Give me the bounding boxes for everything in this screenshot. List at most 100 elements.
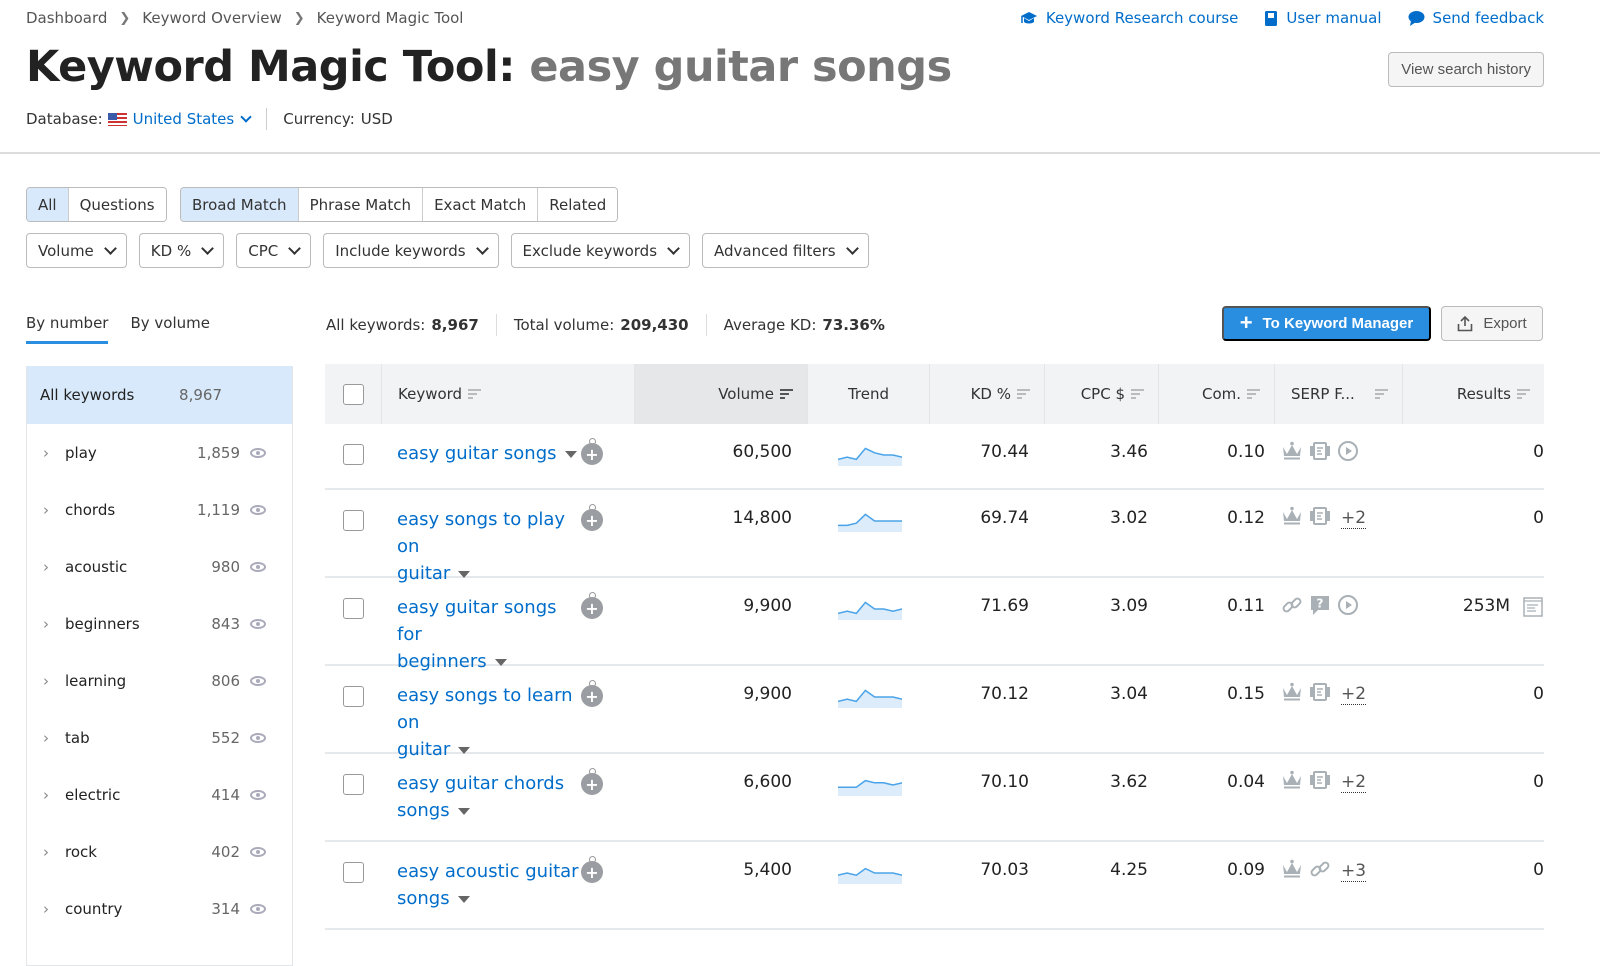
column-kd[interactable]: KD % [929, 364, 1044, 424]
column-keyword[interactable]: Keyword [381, 364, 634, 424]
column-competition[interactable]: Com. [1158, 364, 1274, 424]
tab-by-volume[interactable]: By volume [130, 314, 210, 344]
chevron-right-icon[interactable]: › [43, 843, 49, 861]
tab-questions[interactable]: Questions [67, 188, 166, 221]
serp-more-link[interactable]: +3 [1341, 861, 1367, 882]
crown-icon[interactable] [1281, 441, 1303, 466]
chevron-right-icon[interactable]: › [43, 672, 49, 690]
sidebar-item-group[interactable]: › electric 414 [27, 766, 292, 823]
video-icon[interactable] [1337, 594, 1359, 621]
add-to-list-icon[interactable]: + [581, 856, 603, 883]
news-icon[interactable] [1309, 682, 1331, 707]
news-icon[interactable] [1309, 441, 1331, 466]
tab-exact-match[interactable]: Exact Match [422, 188, 538, 221]
sidebar-item-group[interactable]: › rock 402 [27, 823, 292, 880]
database-select[interactable]: United States [133, 110, 252, 128]
sidebar-item-all-keywords[interactable]: All keywords 8,967 [27, 366, 292, 424]
chevron-right-icon[interactable]: › [43, 501, 49, 519]
caret-down-icon[interactable] [458, 746, 471, 754]
row-checkbox[interactable] [342, 444, 364, 465]
tab-broad-match[interactable]: Broad Match [181, 188, 299, 221]
serp-more-link[interactable]: +2 [1341, 508, 1367, 529]
tab-phrase-match[interactable]: Phrase Match [297, 188, 423, 221]
tab-by-number[interactable]: By number [26, 314, 109, 344]
video-icon[interactable] [1337, 440, 1359, 467]
cpc-filter[interactable]: CPC [236, 233, 312, 268]
row-checkbox[interactable] [342, 510, 364, 531]
chevron-right-icon[interactable]: › [43, 558, 49, 576]
serp-snapshot-icon[interactable] [1522, 596, 1544, 618]
keyword-link[interactable]: easy songs to learn on guitar [397, 685, 573, 760]
keyword-link[interactable]: easy guitar songs [397, 443, 577, 464]
breadcrumb-keyword-overview[interactable]: Keyword Overview [142, 9, 281, 27]
tab-all[interactable]: All [26, 188, 69, 221]
export-button[interactable]: Export [1441, 306, 1543, 341]
row-checkbox[interactable] [342, 598, 364, 619]
advanced-filters[interactable]: Advanced filters [702, 233, 869, 268]
keyword-link[interactable]: easy guitar songs for beginners [397, 597, 557, 672]
eye-icon[interactable] [250, 504, 266, 515]
question-icon[interactable]: ? [1309, 594, 1331, 621]
crown-icon[interactable] [1281, 506, 1303, 531]
sidebar-item-group[interactable]: › learning 806 [27, 652, 292, 709]
sidebar-item-group[interactable]: › chords 1,119 [27, 481, 292, 538]
sidebar-item-group[interactable]: › beginners 843 [27, 595, 292, 652]
eye-icon[interactable] [250, 903, 266, 914]
sidebar-item-group[interactable]: › country 314 [27, 880, 292, 937]
link-icon[interactable] [1281, 594, 1303, 621]
caret-down-icon[interactable] [494, 658, 507, 666]
eye-icon[interactable] [250, 732, 266, 743]
volume-filter[interactable]: Volume [26, 233, 127, 268]
include-keywords-filter[interactable]: Include keywords [323, 233, 499, 268]
chevron-right-icon[interactable]: › [43, 615, 49, 633]
serp-more-link[interactable]: +2 [1341, 684, 1367, 705]
chevron-right-icon[interactable]: › [43, 900, 49, 918]
exclude-keywords-filter[interactable]: Exclude keywords [510, 233, 691, 268]
keyword-link[interactable]: easy guitar chords songs [397, 773, 564, 821]
eye-icon[interactable] [250, 675, 266, 686]
column-cpc[interactable]: CPC $ [1044, 364, 1158, 424]
add-to-list-icon[interactable]: + [581, 438, 603, 465]
keyword-research-course-link[interactable]: Keyword Research course [1020, 9, 1238, 27]
keyword-link[interactable]: easy acoustic guitar songs [397, 861, 579, 909]
add-to-list-icon[interactable]: + [581, 680, 603, 707]
crown-icon[interactable] [1281, 859, 1303, 884]
chevron-right-icon[interactable]: › [43, 729, 49, 747]
row-checkbox[interactable] [342, 686, 364, 707]
kd-filter[interactable]: KD % [138, 233, 225, 268]
sidebar-item-group[interactable]: › play 1,859 [27, 424, 292, 481]
column-results[interactable]: Results [1402, 364, 1544, 424]
breadcrumb-dashboard[interactable]: Dashboard [26, 9, 107, 27]
sidebar-item-group[interactable]: › acoustic 980 [27, 538, 292, 595]
news-icon[interactable] [1309, 506, 1331, 531]
caret-down-icon[interactable] [564, 450, 577, 458]
view-search-history-button[interactable]: View search history [1388, 52, 1544, 87]
keyword-link[interactable]: easy songs to play on guitar [397, 509, 565, 584]
link-icon[interactable] [1309, 858, 1331, 885]
news-icon[interactable] [1309, 770, 1331, 795]
tab-related[interactable]: Related [537, 188, 618, 221]
column-volume[interactable]: Volume [634, 364, 807, 424]
row-checkbox[interactable] [342, 862, 364, 883]
chevron-right-icon[interactable]: › [43, 786, 49, 804]
eye-icon[interactable] [250, 846, 266, 857]
to-keyword-manager-button[interactable]: + To Keyword Manager [1222, 306, 1431, 341]
serp-more-link[interactable]: +2 [1341, 772, 1367, 793]
caret-down-icon[interactable] [458, 570, 471, 578]
column-serp-features[interactable]: SERP F... [1274, 364, 1402, 424]
eye-icon[interactable] [250, 789, 266, 800]
eye-icon[interactable] [250, 561, 266, 572]
crown-icon[interactable] [1281, 770, 1303, 795]
user-manual-link[interactable]: User manual [1264, 9, 1382, 27]
caret-down-icon[interactable] [457, 807, 470, 815]
eye-icon[interactable] [250, 447, 266, 458]
add-to-list-icon[interactable]: + [581, 592, 603, 619]
add-to-list-icon[interactable]: + [581, 768, 603, 795]
eye-icon[interactable] [250, 618, 266, 629]
crown-icon[interactable] [1281, 682, 1303, 707]
chevron-right-icon[interactable]: › [43, 444, 49, 462]
send-feedback-link[interactable]: Send feedback [1408, 9, 1544, 27]
caret-down-icon[interactable] [457, 895, 470, 903]
select-all-checkbox[interactable] [342, 383, 364, 405]
add-to-list-icon[interactable]: + [581, 504, 603, 531]
